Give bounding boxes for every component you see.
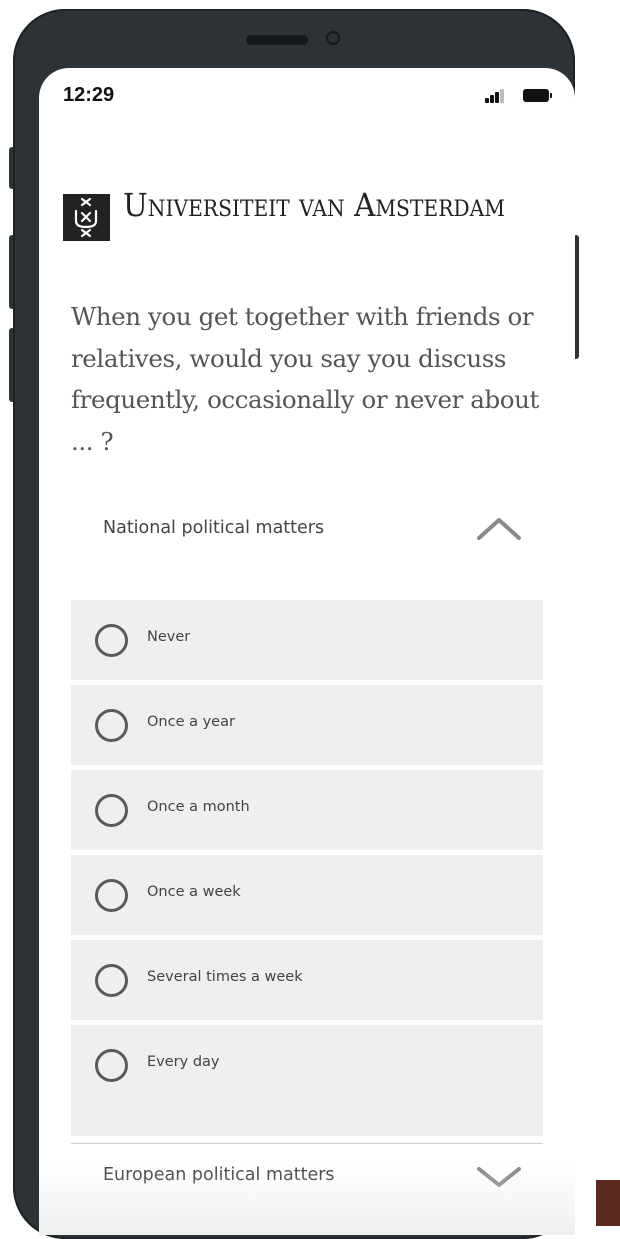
option-label: Never (147, 629, 191, 645)
university-name: Universiteit van Amsterdam (123, 186, 506, 224)
speaker-grille (246, 35, 308, 45)
option-every-day[interactable]: Every day (71, 1025, 543, 1136)
option-once-a-year[interactable]: Once a year (71, 685, 543, 765)
battery-icon (523, 89, 552, 102)
background-edge (596, 1180, 620, 1226)
option-never[interactable]: Never (71, 600, 543, 680)
radio-unchecked-icon[interactable] (95, 1049, 128, 1082)
option-once-a-week[interactable]: Once a week (71, 855, 543, 935)
radio-unchecked-icon[interactable] (95, 964, 128, 997)
section-european-header[interactable]: European political matters (71, 1149, 543, 1209)
radio-unchecked-icon[interactable] (95, 794, 128, 827)
option-label: Several times a week (147, 969, 303, 985)
option-label: Once a year (147, 714, 235, 730)
signal-icon (485, 89, 507, 103)
radio-unchecked-icon[interactable] (95, 709, 128, 742)
uva-logo-icon (63, 194, 110, 241)
option-label: Every day (147, 1054, 220, 1070)
section-divider (71, 1143, 543, 1144)
option-label: Once a week (147, 884, 241, 900)
status-time: 12:29 (63, 84, 115, 106)
phone-frame: 12:29 Universiteit van Amsterdam When yo… (13, 9, 575, 1239)
section-national-label: National political matters (103, 518, 325, 538)
chevron-down-icon[interactable] (477, 1163, 521, 1189)
phone-screen: 12:29 Universiteit van Amsterdam When yo… (39, 68, 575, 1235)
section-national-header[interactable]: National political matters (71, 502, 543, 562)
option-several-times-a-week[interactable]: Several times a week (71, 940, 543, 1020)
chevron-up-icon[interactable] (477, 516, 521, 542)
option-once-a-month[interactable]: Once a month (71, 770, 543, 850)
front-camera (326, 31, 340, 45)
option-label: Once a month (147, 799, 250, 815)
survey-question: When you get together with friends or re… (71, 302, 539, 456)
radio-unchecked-icon[interactable] (95, 879, 128, 912)
section-european-label: European political matters (103, 1165, 335, 1185)
radio-unchecked-icon[interactable] (95, 624, 128, 657)
answer-options: Never Once a year Once a month Once a we… (71, 600, 543, 1136)
